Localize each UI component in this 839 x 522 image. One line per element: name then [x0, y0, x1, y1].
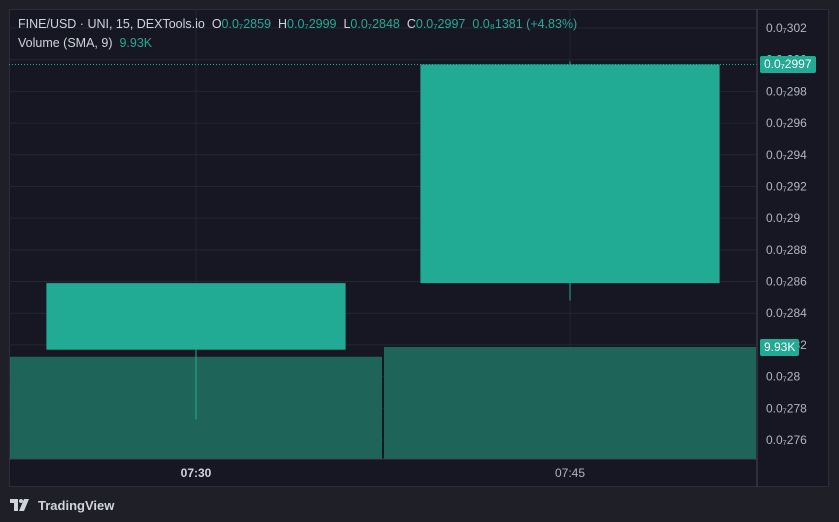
xtick-label-1: 07:45	[555, 466, 585, 480]
ytick-label-0: 0.0₇302	[766, 21, 807, 35]
chart-canvas[interactable]: 0.0₇3020.0₇3000.0₇2980.0₇2960.0₇2940.0₇2…	[0, 0, 839, 522]
ytick-label-12: 0.0₇278	[766, 401, 807, 415]
legend-change-value: 0.0₈1381 (+4.83%)	[472, 17, 578, 31]
brand-name: TradingView	[38, 497, 115, 513]
ytick-label-5: 0.0₇292	[766, 179, 807, 193]
ytick-label-4: 0.0₇294	[766, 148, 807, 162]
ytick-label-2: 0.0₇298	[766, 84, 807, 98]
time-axis[interactable]: 07:30 07:45	[181, 466, 586, 480]
legend-high-value: 0.0₇2999	[287, 17, 337, 31]
price-axis[interactable]: 0.0₇3020.0₇3000.0₇2980.0₇2960.0₇2940.0₇2…	[766, 21, 807, 447]
volume-layer	[10, 347, 756, 459]
ytick-label-11: 0.0₇28	[766, 370, 800, 384]
ytick-label-8: 0.0₇286	[766, 275, 807, 289]
ytick-label-13: 0.0₇276	[766, 433, 807, 447]
tradingview-brand[interactable]: TradingView	[10, 496, 114, 514]
legend-low-value: 0.0₇2848	[350, 17, 400, 31]
xtick-label-0: 07:30	[181, 466, 212, 480]
legend-volume: Volume (SMA, 9) 9.93K	[18, 36, 152, 50]
legend-open-value: 0.0₇2859	[221, 17, 272, 31]
legend-close-value: 0.0₇2997	[415, 17, 466, 31]
tradingview-logo-icon	[10, 499, 29, 511]
legend-ohlc: FINE/USD · UNI, 15, DEXTools.io O0.0₇285…	[18, 17, 577, 31]
ytick-label-3: 0.0₇296	[766, 116, 807, 130]
legend-symbol[interactable]: FINE/USD · UNI, 15, DEXTools.io	[18, 17, 205, 31]
ytick-label-6: 0.0₇29	[766, 211, 800, 225]
legend-open-label: O	[211, 17, 222, 31]
volume-badge: 9.93K	[760, 339, 800, 356]
candle-body-0	[46, 283, 346, 350]
legend-high-label: H	[277, 17, 288, 31]
legend-volume-value: 9.93K	[119, 36, 153, 50]
ytick-label-9: 0.0₇284	[766, 306, 807, 320]
ytick-label-7: 0.0₇288	[766, 243, 807, 257]
last-price-badge: 0.0₇2997	[760, 56, 816, 74]
legend-volume-label[interactable]: Volume (SMA, 9)	[18, 36, 112, 50]
candle-body-1	[420, 64, 720, 284]
volume-bar-1	[384, 347, 756, 459]
legend-close-label: C	[406, 17, 416, 31]
